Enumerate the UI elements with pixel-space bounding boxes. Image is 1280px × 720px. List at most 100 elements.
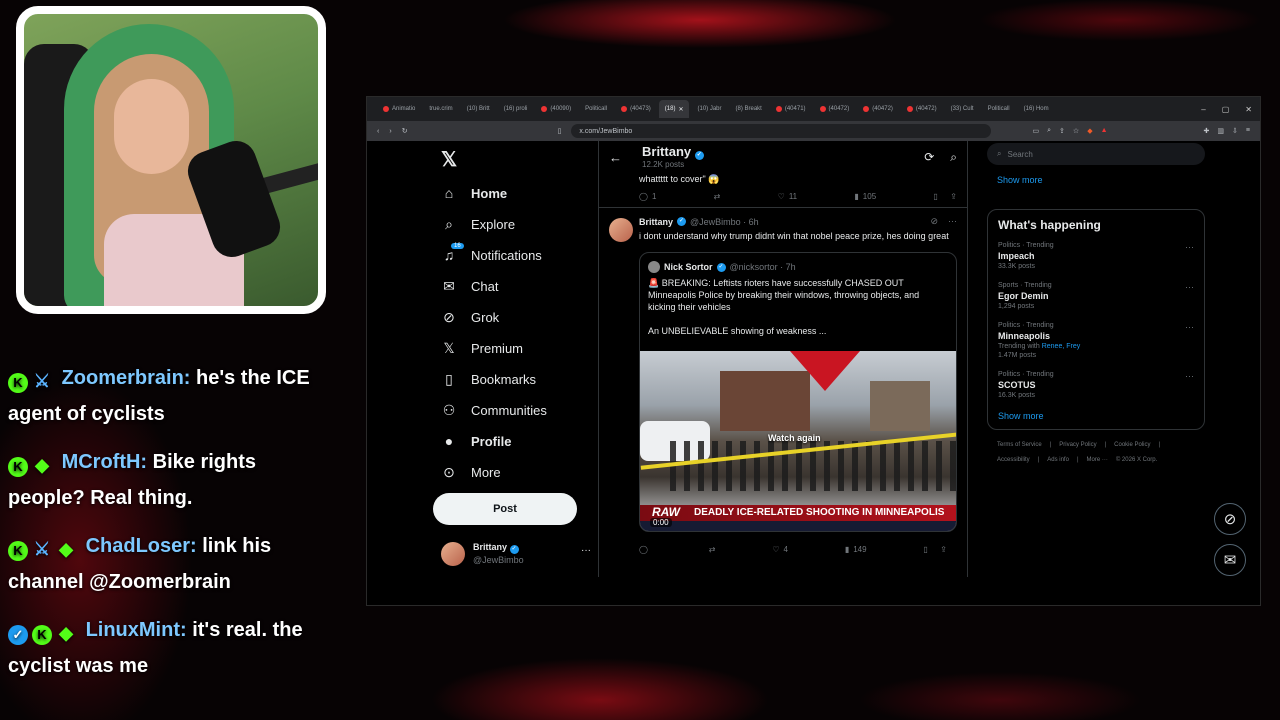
account-more-icon[interactable]: ··· [581,545,591,556]
back-icon[interactable]: ‹ [377,128,379,135]
browser-tab[interactable]: (40472) [901,100,943,118]
browser-tab[interactable]: true.crim [423,100,458,118]
alert-icon[interactable]: ▲ [1101,127,1108,135]
share-icon[interactable]: ⇪ [1059,127,1065,135]
browser-tab[interactable]: (10) Britt [461,100,496,118]
sidebar-item-home[interactable]: ⌂ Home [441,181,507,205]
tweet-author[interactable]: Brittany [639,217,673,227]
star-icon[interactable]: ☆ [1073,127,1079,135]
grok-analyze-icon[interactable]: ⟳ [924,150,934,165]
browser-tab[interactable]: (40472) [814,100,856,118]
search-input[interactable]: ⌕ Search [987,143,1205,165]
zoom-icon[interactable]: ⌕ [1047,127,1051,135]
sidebar-item-bookmarks[interactable]: ▯ Bookmarks [441,367,536,391]
sidebar-item-communities[interactable]: ⚇ Communities [441,398,547,422]
sidebar-item-profile[interactable]: ● Profile [441,429,512,453]
retweet-button[interactable]: ⇄ [714,192,721,201]
browser-tab-active[interactable]: (18) ✕ [658,100,690,118]
puzzle-icon[interactable]: ✚ [1204,127,1210,135]
kick-badge-icon: K [32,625,52,645]
views-button[interactable]: ▮ 149 [845,545,867,554]
forward-icon[interactable]: › [389,128,391,135]
close-window-icon[interactable]: ✕ [1245,105,1252,114]
reply-button[interactable]: ◯ 1 [639,192,656,201]
show-more-link[interactable]: Show more [987,165,1205,195]
url-field[interactable]: x.com/JewBimbo [571,124,992,138]
browser-tab[interactable]: Politicall [579,100,613,118]
watch-again-button[interactable]: Watch again [768,433,821,443]
streamer-webcam [16,6,326,314]
close-tab-icon[interactable]: ✕ [678,106,683,113]
grok-float-icon[interactable]: ⊘ [1214,503,1246,535]
quoted-tweet[interactable]: Nick Sortor ✓ @nicksortor · 7h 🚨 BREAKIN… [639,252,957,532]
trend-more-icon[interactable]: ··· [1185,282,1194,292]
share-icon[interactable]: ⇪ [950,192,957,201]
browser-tab[interactable]: (40472) [857,100,899,118]
verified-icon: ✓ [677,217,687,226]
menu-icon[interactable]: ≡ [1246,127,1250,135]
sidebar-icon[interactable]: ▥ [1217,127,1224,135]
browser-tab[interactable]: (33) Cult [945,100,980,118]
trend-more-icon[interactable]: ··· [1185,371,1194,381]
share-icon[interactable]: ⇪ [940,545,947,554]
whats-happening: What's happening Politics · Trending Imp… [987,209,1205,430]
post-button[interactable]: Post [433,493,577,525]
browser-tab[interactable]: (16) proli [498,100,534,118]
trend-item[interactable]: Politics · Trending Minneapolis Trending… [998,322,1194,359]
trend-more-icon[interactable]: ··· [1185,322,1194,332]
x-premium-icon: 𝕏 [443,339,455,356]
avatar[interactable] [609,218,633,242]
sidebar-item-chat[interactable]: ✉ Chat [441,274,498,298]
tweet-more-icon[interactable]: ··· [948,216,957,227]
messages-float-icon[interactable]: ✉ [1214,544,1246,576]
views-button[interactable]: ▮ 105 [854,192,876,201]
minimize-icon[interactable]: – [1201,105,1205,114]
profile-name: Brittany [642,144,692,159]
extension-icon[interactable]: ▭ [1033,127,1040,135]
browser-tab[interactable]: Animatio [377,100,421,118]
verified-icon: ✓ [716,262,726,272]
maximize-icon[interactable]: ▢ [1222,105,1230,114]
browser-tab[interactable]: Politicall [982,100,1016,118]
shield-icon[interactable]: ◆ [1087,127,1092,135]
sidebar-item-premium[interactable]: 𝕏 Premium [441,336,523,360]
reply-button[interactable]: ◯ [639,545,652,554]
download-icon[interactable]: ⇩ [1232,127,1238,135]
sidebar-item-notifications[interactable]: ♫ 16 Notifications [441,243,542,267]
browser-tab[interactable]: (40090) [535,100,577,118]
account-switcher[interactable]: Brittany ✓ @JewBimbo ··· [441,541,591,566]
video-timecode: 0:00 [650,518,672,527]
sidebar-item-more[interactable]: ⊙ More [441,460,501,484]
chat-username: Zoomerbrain: [61,367,191,389]
reload-icon[interactable]: ↻ [402,127,408,135]
search-icon[interactable]: ⌕ [950,150,957,165]
bookmark-icon[interactable]: ▯ [923,545,927,554]
browser-tab[interactable]: (16) Hom [1018,100,1055,118]
show-more-link[interactable]: Show more [998,411,1194,421]
retweet-button[interactable]: ⇄ [709,545,716,554]
address-bar: ‹ › ↻ ▯ x.com/JewBimbo ▭ ⌕ ⇪ ☆ ◆ ▲ ✚ ▥ ⇩… [367,121,1260,141]
tweet-actions: ◯ 1 ⇄ ♡ 11 ▮ 105 ▯ ⇪ [599,185,967,207]
trend-more-icon[interactable]: ··· [1185,242,1194,252]
browser-tab[interactable]: (40473) [615,100,657,118]
browser-tab[interactable]: (10) Jabr [691,100,727,118]
browser-tab[interactable]: (40471) [770,100,812,118]
trend-item[interactable]: Politics · Trending SCOTUS 16.3K posts ·… [998,371,1194,399]
like-button[interactable]: ♡ 4 [772,545,788,554]
chat-username: MCroftH: [61,451,148,473]
x-logo-icon[interactable]: 𝕏 [441,147,457,172]
chat-username: ChadLoser: [85,535,197,557]
video-player[interactable]: Watch again RAW DEADLY ICE-RELATED SHOOT… [640,351,956,531]
sidebar-item-explore[interactable]: ⌕ Explore [441,212,515,236]
bookmark-icon[interactable]: ▯ [933,192,937,201]
trend-item[interactable]: Sports · Trending Egor Demin 1,294 posts… [998,282,1194,310]
tweet[interactable]: Brittany ✓ @JewBimbo · 6h ⊘ ··· i dont un… [599,207,967,560]
sidebar-item-grok[interactable]: ⊘ Grok [441,305,499,329]
trend-item[interactable]: Politics · Trending Impeach 33.3K posts … [998,242,1194,270]
communities-icon: ⚇ [442,401,456,418]
grok-icon[interactable]: ⊘ [930,216,938,227]
back-arrow-icon[interactable]: ← [609,150,622,165]
like-button[interactable]: ♡ 11 [778,192,797,201]
browser-tab[interactable]: (8) Breakt [730,100,768,118]
bookmark-page-icon[interactable]: ▯ [558,127,562,135]
